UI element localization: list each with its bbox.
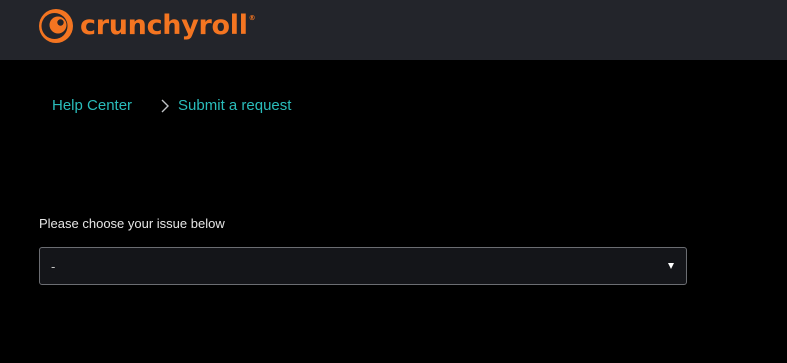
breadcrumb-help-center-link[interactable]: Help Center — [52, 97, 132, 114]
breadcrumb-submit-request-link[interactable]: Submit a request — [178, 97, 291, 114]
logo-wordmark: crunchyroll® — [80, 10, 256, 41]
caret-down-icon — [668, 263, 674, 269]
top-header: crunchyroll® — [0, 0, 787, 60]
issue-select-value: - — [51, 259, 56, 274]
crunchyroll-logo[interactable]: crunchyroll® — [38, 8, 256, 44]
issue-select-dropdown[interactable]: - — [39, 247, 687, 285]
breadcrumb: Help Center Submit a request — [52, 97, 291, 114]
chevron-right-icon — [161, 99, 170, 112]
registered-mark: ® — [248, 14, 256, 22]
crunchyroll-logo-icon — [39, 9, 73, 43]
issue-select-label: Please choose your issue below — [39, 216, 225, 231]
